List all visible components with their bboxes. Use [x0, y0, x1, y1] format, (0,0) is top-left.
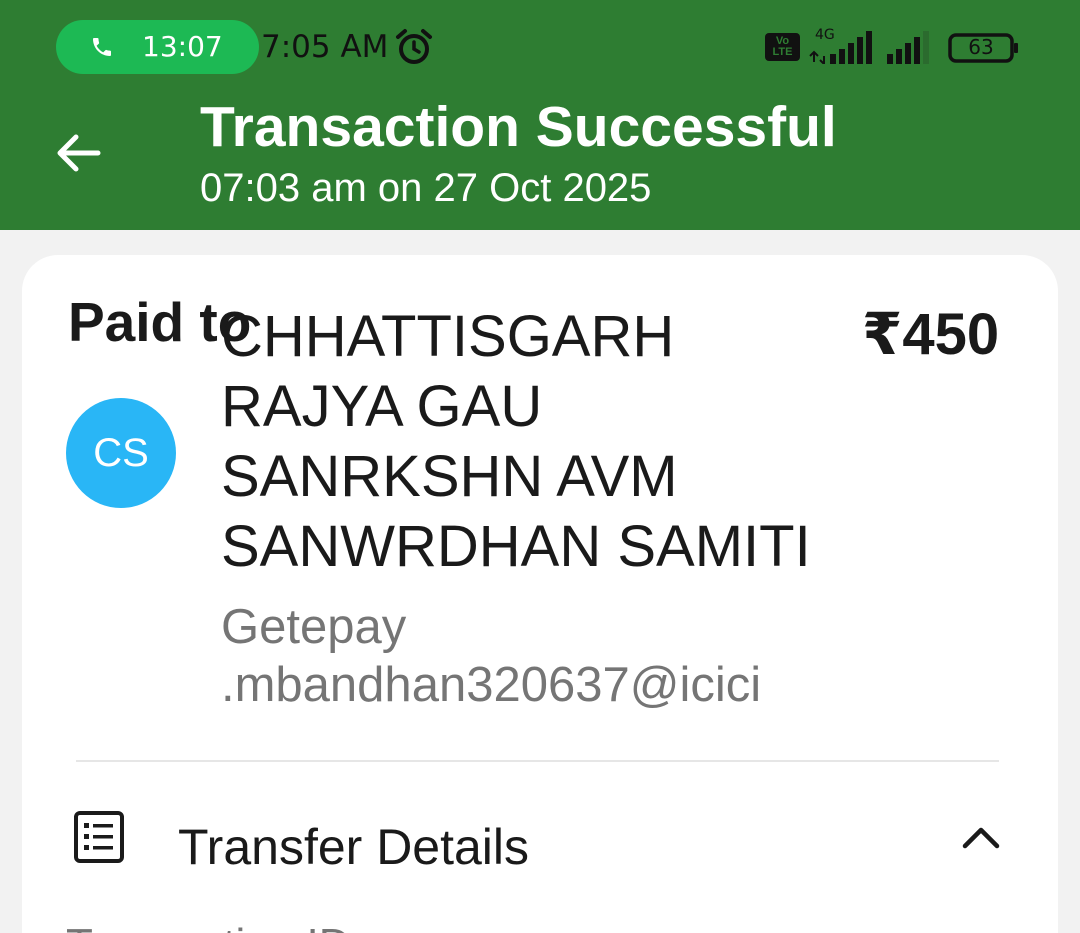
back-button[interactable]	[50, 125, 106, 181]
payee-upi-line: Getepay	[221, 600, 407, 654]
payee-name-line: SANWRDHAN SAMITI	[221, 514, 811, 579]
amount: ₹450	[862, 302, 1000, 367]
status-clock: 7:05 AM	[261, 29, 389, 65]
transaction-timestamp: 07:03 am on 27 Oct 2025	[200, 166, 652, 210]
page-title: Transaction Successful	[200, 95, 837, 159]
payee-name-line: CHHATTISGARH	[221, 304, 675, 369]
payee-name-line: RAJYA GAU	[221, 374, 543, 439]
payee-upi-line: .mbandhan320637@icici	[221, 658, 762, 712]
chevron-up-icon[interactable]	[958, 818, 1004, 858]
battery-level: 63	[968, 35, 994, 59]
payee-upi-id: Getepay .mbandhan320637@icici	[221, 598, 861, 714]
payee-name: CHHATTISGARH RAJYA GAU SANRKSHN AVM SANW…	[221, 302, 861, 582]
phone-icon	[93, 38, 111, 56]
volte-icon: Vo LTE	[765, 33, 800, 61]
divider	[76, 760, 999, 762]
payee-name-line: SANRKSHN AVM	[221, 444, 678, 509]
transfer-details-label[interactable]: Transfer Details	[178, 818, 529, 876]
transaction-id-label: Transaction ID	[66, 920, 350, 933]
avatar: CS	[66, 398, 176, 508]
receipt-list-icon	[74, 811, 124, 863]
call-duration: 13:07	[142, 30, 223, 63]
app-header: 13:07 7:05 AM Vo LTE 4G 63 Transaction Su…	[0, 0, 1080, 230]
signal-icon-2	[887, 31, 929, 64]
ongoing-call-pill[interactable]: 13:07	[56, 20, 259, 74]
alarm-icon	[396, 29, 432, 64]
signal-icon	[809, 31, 872, 64]
